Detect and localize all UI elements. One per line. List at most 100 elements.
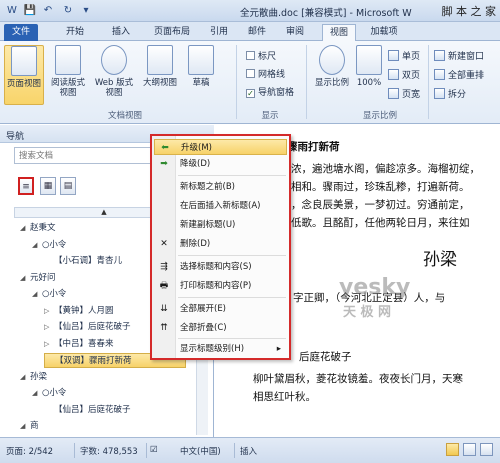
doc-line: 柳叶黛眉秋，菱花妆镜羞。夜夜长门月，天寒 (253, 373, 463, 385)
tree-item[interactable]: ◢ ○小令 (32, 287, 66, 302)
menu-item-label: 升级(M) (181, 143, 212, 153)
zoom-button[interactable]: 显示比例 (312, 45, 352, 105)
menu-item-delete[interactable]: ✕ 删除(D) (154, 236, 287, 252)
web-layout-status-icon[interactable] (480, 443, 493, 456)
tree-item[interactable]: ▷ 【黄钟】人月圆 (44, 304, 114, 319)
redo-icon[interactable]: ↻ (60, 3, 76, 19)
draft-view-icon (188, 45, 214, 75)
expand-twisty-icon[interactable]: ▷ (44, 304, 54, 319)
zoom-100-button[interactable]: 100% (354, 45, 384, 105)
tree-item[interactable]: ◢ 赵秉文 (20, 221, 56, 236)
new-subheading-icon (158, 219, 170, 231)
tab-file[interactable]: 文件 (4, 24, 38, 41)
tree-item[interactable]: ◢ 孙梁 (20, 370, 47, 385)
menu-item-label: 新标题之前(B) (180, 182, 235, 192)
tab-review[interactable]: 审阅 (280, 24, 310, 41)
reading-view-button[interactable]: 阅读版式视图 (48, 45, 88, 105)
expand-twisty-icon[interactable]: ◢ (32, 386, 42, 401)
tab-references[interactable]: 引用 (204, 24, 234, 41)
tree-item-label: 元好问 (30, 272, 56, 283)
headings-tab-icon[interactable]: ≡ (18, 177, 34, 195)
menu-item-new-heading-after[interactable]: 在后面插入新标题(A) (154, 198, 287, 214)
outline-view-button[interactable]: 大纲视图 (140, 45, 180, 105)
tree-item[interactable]: ◢ 商 (20, 419, 39, 434)
menu-item-promote[interactable]: ⬅ 升级(M) (154, 139, 287, 155)
tab-mailings[interactable]: 邮件 (242, 24, 272, 41)
expand-twisty-icon[interactable]: ◢ (20, 419, 30, 434)
language-status[interactable]: 中文(中国) (180, 445, 221, 457)
menu-item-new-heading-before[interactable]: 新标题之前(B) (154, 179, 287, 195)
word-count-status[interactable]: 字数: 478,553 (80, 445, 138, 457)
expand-twisty-icon[interactable]: ◢ (32, 238, 42, 253)
tree-item[interactable]: ◢ ○小令 (32, 386, 66, 401)
tab-addins[interactable]: 加载项 (364, 24, 404, 41)
new-heading-before-icon (158, 181, 170, 193)
expand-twisty-icon[interactable]: ▷ (44, 337, 54, 352)
expand-twisty-icon[interactable]: ◢ (20, 221, 30, 236)
menu-item-collapse-all[interactable]: ⇈ 全部折叠(C) (154, 320, 287, 336)
print-layout-status-icon[interactable] (446, 443, 459, 456)
tree-item[interactable]: ◢ ○小令 (32, 238, 66, 253)
demote-icon: ➡ (160, 159, 168, 169)
tree-item[interactable]: 【小石调】青杏儿 (44, 254, 122, 269)
page-width-label: 页宽 (402, 90, 421, 100)
menu-item-expand-all[interactable]: ⇊ 全部展开(E) (154, 301, 287, 317)
draft-view-label: 草稿 (192, 78, 210, 88)
web-layout-view-button[interactable]: Web 版式视图 (92, 45, 136, 105)
menu-item-label: 在后面插入新标题(A) (180, 201, 261, 211)
menu-item-show-heading-levels[interactable]: 显示标题级别(H) ▸ (154, 341, 287, 357)
print-layout-view-button[interactable]: 页面视图 (4, 45, 44, 105)
tab-insert[interactable]: 插入 (104, 24, 138, 41)
tab-view[interactable]: 视图 (322, 24, 356, 41)
quick-access-dropdown-icon[interactable]: ▾ (78, 3, 94, 19)
ribbon-tabs: 文件 开始 插入 页面布局 引用 邮件 审阅 视图 加载项 (0, 22, 500, 41)
tab-home[interactable]: 开始 (58, 24, 92, 41)
menu-item-label: 删除(D) (180, 239, 211, 249)
doc-line: ，念良辰美景，一梦初过。穷通前定， (291, 199, 470, 211)
menu-item-print-heading-content[interactable]: 🖶 打印标题和内容(P) (154, 278, 287, 294)
insert-mode-status[interactable]: 插入 (240, 445, 257, 457)
doc-title-heading: 孙梁 (423, 250, 457, 270)
expand-twisty-icon[interactable]: ◢ (20, 370, 30, 385)
menu-separator (178, 338, 286, 339)
reading-view-icon (55, 45, 81, 75)
tree-item[interactable]: ◢ 元好问 (20, 271, 56, 286)
tree-item[interactable]: ▷ 【中吕】喜春来 (44, 337, 114, 352)
arrange-all-button[interactable]: 全部重排 (434, 68, 484, 81)
new-window-button[interactable]: 新建窗口 (434, 49, 484, 62)
expand-twisty-icon[interactable]: ◢ (32, 287, 42, 302)
page-width-button[interactable]: 页宽 (388, 87, 420, 100)
two-pages-button[interactable]: 双页 (388, 68, 420, 81)
menu-item-demote[interactable]: ➡ 降级(D) (154, 156, 287, 172)
results-tab-icon[interactable]: ▤ (60, 177, 76, 195)
pages-tab-icon[interactable]: ▦ (40, 177, 56, 195)
tree-item[interactable]: ▷ 【仙吕】后庭花破子 (44, 320, 131, 335)
split-button[interactable]: 拆分 (434, 87, 466, 100)
menu-item-label: 选择标题和内容(S) (180, 262, 252, 272)
expand-twisty-icon[interactable]: ▷ (44, 320, 54, 335)
word-app-icon[interactable]: W (4, 3, 20, 19)
tree-item-label: 【双调】骤雨打新荷 (55, 356, 132, 366)
delete-icon: ✕ (160, 239, 168, 249)
menu-item-new-subheading[interactable]: 新建副标题(U) (154, 217, 287, 233)
menu-item-label: 降级(D) (180, 159, 211, 169)
undo-icon[interactable]: ↶ (40, 3, 56, 19)
menu-separator (178, 175, 286, 176)
menu-item-label: 打印标题和内容(P) (180, 281, 252, 291)
full-screen-status-icon[interactable] (463, 443, 476, 456)
ruler-checkbox[interactable]: 标尺 (246, 49, 276, 62)
tab-page-layout[interactable]: 页面布局 (146, 24, 198, 41)
navigation-pane-checkbox[interactable]: ✓ 导航窗格 (246, 85, 294, 98)
menu-item-select-heading-content[interactable]: ⇶ 选择标题和内容(S) (154, 259, 287, 275)
spelling-check-icon[interactable]: ☑ (150, 445, 158, 455)
draft-view-button[interactable]: 草稿 (184, 45, 218, 105)
page-width-icon (388, 88, 399, 99)
tree-item[interactable]: 【仙吕】后庭花破子 (44, 403, 131, 418)
gridlines-checkbox[interactable]: 网格线 (246, 67, 285, 80)
one-page-button[interactable]: 单页 (388, 49, 420, 62)
expand-twisty-icon[interactable]: ◢ (20, 271, 30, 286)
save-icon[interactable]: 💾 (22, 3, 38, 19)
page-count-status[interactable]: 页面: 2/542 (6, 445, 53, 457)
arrange-all-label: 全部重排 (448, 71, 485, 81)
doc-subheading: 后庭花破子 (299, 351, 352, 363)
